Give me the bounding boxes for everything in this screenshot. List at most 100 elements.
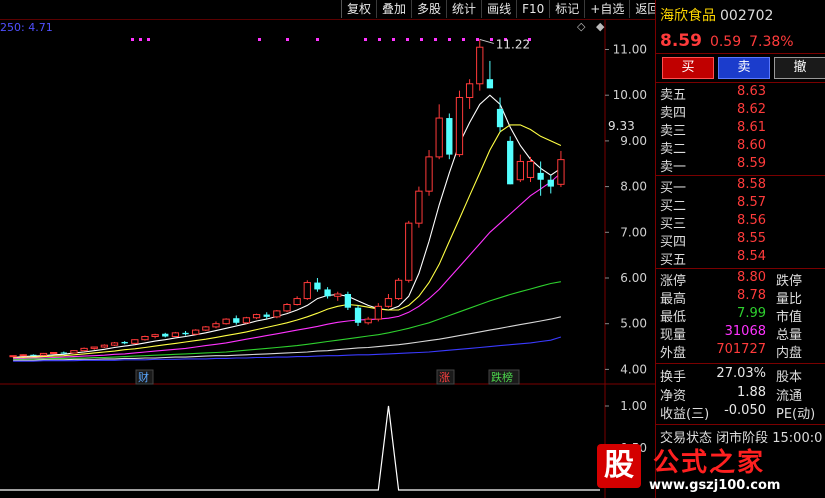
price-axis-label: 8.00	[620, 180, 647, 194]
price-axis-label: 6.00	[620, 271, 647, 285]
candle-body	[121, 341, 128, 344]
quote-panel: 海欣食品 002702 8.59 0.59 7.38% 买 卖 撤 卖五 8.63 卖四…	[655, 0, 825, 498]
candle-body	[394, 279, 403, 300]
candle-body	[39, 352, 48, 356]
add-watchlist-button[interactable]: +自选	[584, 0, 629, 18]
candle-body	[9, 355, 17, 358]
candle-body	[273, 310, 281, 318]
trade-buttons: 买 卖 撤	[662, 57, 825, 79]
signal-dot	[258, 38, 261, 41]
candle-body	[141, 335, 149, 341]
multi-stock-button[interactable]: 多股	[411, 0, 446, 18]
candle-body	[293, 298, 301, 306]
candle-body	[415, 190, 423, 224]
last-price: 8.59	[660, 31, 702, 51]
candle-body	[526, 160, 535, 178]
candle-body	[131, 339, 139, 344]
candle-body	[182, 332, 189, 335]
candle-body	[455, 96, 464, 156]
price-axis-label: 7.00	[620, 225, 647, 239]
candle-body	[557, 159, 565, 185]
candle-body	[465, 83, 474, 98]
price-axis-label: 11.00	[613, 43, 647, 57]
candle-body	[70, 350, 78, 354]
divider	[656, 82, 825, 83]
restore-rights-button[interactable]: 复权	[341, 0, 376, 18]
candle-body	[446, 118, 453, 155]
candle-body	[110, 342, 119, 346]
draw-line-button[interactable]: 画线	[481, 0, 516, 18]
current-price-tag: 9.33	[608, 119, 635, 133]
price-change: 0.59	[709, 34, 742, 50]
signal-dot	[448, 38, 451, 41]
signal-dot	[420, 38, 423, 41]
signal-dot	[286, 38, 289, 41]
price-row: 8.59 0.59 7.38%	[660, 31, 802, 51]
event-marker: 跌榜	[491, 370, 513, 384]
candle-body	[222, 318, 230, 325]
indicator-line	[0, 405, 600, 491]
event-marker: 财	[138, 370, 149, 384]
watermark-url: www.gszj100.com	[649, 478, 781, 493]
high-price-label: 11.22	[496, 37, 530, 51]
f10-button[interactable]: F10	[516, 0, 549, 18]
stock-title: 海欣食品 002702	[660, 5, 773, 25]
signal-dot	[434, 38, 437, 41]
candle-body	[334, 293, 342, 297]
candle-body	[151, 334, 159, 337]
bid-row: 买三 8.56	[660, 213, 766, 232]
sell-button[interactable]: 卖	[718, 57, 770, 79]
statistics-button[interactable]: 统计	[446, 0, 481, 18]
candle-body	[537, 172, 544, 180]
candle-body	[90, 346, 98, 349]
cancel-order-button[interactable]: 撤	[774, 57, 825, 79]
candle-body	[435, 117, 443, 158]
candle-body	[233, 318, 240, 323]
candle-body	[314, 282, 321, 290]
candle-body	[486, 79, 494, 89]
signal-dot	[147, 38, 150, 41]
candle-body	[476, 46, 484, 85]
signal-dot	[476, 38, 479, 41]
candle-body	[50, 351, 58, 354]
bid-row: 买五 8.54	[660, 249, 766, 268]
candle-body	[171, 332, 180, 337]
stat-row: 最低 7.99 市值	[660, 306, 803, 325]
bid-row: 买一 8.58	[660, 177, 766, 196]
ask-row: 卖三 8.61	[660, 120, 766, 139]
candle-body	[425, 156, 433, 192]
signal-dot	[364, 38, 367, 41]
price-change-pct: 7.38%	[749, 34, 794, 50]
candle-body	[263, 314, 270, 317]
stat-row: 收益(三) -0.050 PE(动)	[660, 403, 816, 422]
candle-body	[202, 326, 210, 331]
signal-dot	[131, 38, 134, 41]
candle-body	[384, 298, 393, 307]
bid-row: 买四 8.55	[660, 231, 766, 250]
buy-button[interactable]: 买	[662, 57, 714, 79]
candlestick-chart[interactable]: 11.00 10.00 9.00 8.00 7.00 6.00 5.00 4.00 9.33 11…	[0, 20, 655, 498]
stat-row: 换手 27.03% 股本	[660, 366, 803, 385]
stat-row: 最高 8.78 量比	[660, 288, 803, 307]
ask-row: 卖四 8.62	[660, 102, 766, 121]
ask-row: 卖二 8.60	[660, 138, 766, 157]
stat-row: 涨停 8.80 跌停	[660, 270, 803, 289]
signal-dot	[462, 38, 465, 41]
candle-body	[516, 160, 524, 181]
signal-dot	[378, 38, 381, 41]
candle-body	[252, 314, 261, 319]
overlay-button[interactable]: 叠加	[376, 0, 411, 18]
chart-toolbar: 复权 叠加 多股 统计 画线 F10 标记 +自选 返回	[341, 0, 659, 19]
price-axis-label: 5.00	[620, 317, 647, 331]
mark-button[interactable]: 标记	[549, 0, 584, 18]
candle-body	[374, 305, 382, 320]
stat-row: 外盘 701727 内盘	[660, 342, 803, 361]
price-axis-label: 4.00	[620, 362, 647, 376]
candle-body	[547, 179, 554, 187]
candle-body	[60, 352, 67, 354]
candle-body	[212, 323, 220, 328]
divider	[656, 424, 825, 425]
watermark-name: 公式之家	[653, 448, 766, 478]
divider	[656, 53, 825, 54]
candle-body	[344, 293, 352, 308]
